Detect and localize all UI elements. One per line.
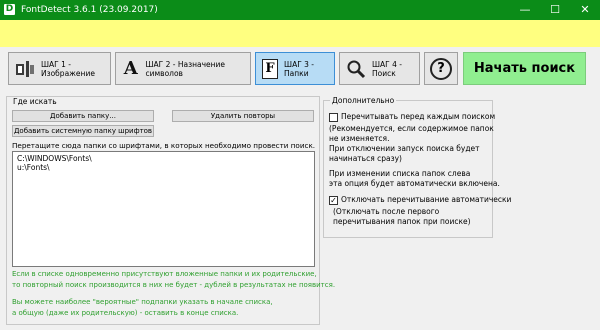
recount-note-line1: (Рекомендуется, если содержимое папок [329, 124, 494, 133]
help-icon: ? [430, 57, 452, 80]
step4-label: ШАГ 4 - Поиск [372, 59, 402, 78]
remove-duplicates-button[interactable]: Удалить повторы [172, 110, 314, 122]
folder-list[interactable]: C:\WINDOWS\Fonts\ u:\Fonts\ [12, 151, 315, 267]
font-file-icon: F [262, 58, 279, 79]
folder-list-item[interactable]: C:\WINDOWS\Fonts\ [17, 154, 310, 163]
main-content: Где искать Добавить папку... Удалить пов… [0, 92, 600, 330]
magnifier-icon [346, 59, 366, 79]
help-button[interactable]: ? [424, 52, 458, 85]
recount-note-line4: начинаться сразу) [329, 154, 402, 163]
letter-a-icon: A [123, 58, 138, 79]
app-icon: D [4, 4, 15, 15]
change-note-line1: При изменении списка папок слева [329, 169, 471, 178]
minimize-button[interactable]: — [510, 0, 540, 20]
add-system-folder-button[interactable]: Добавить системную папку шрифтов [12, 125, 154, 137]
hint2-line1: Вы можете наиболее "вероятные" подпапки … [12, 298, 273, 306]
order-hint: Вы можете наиболее "вероятные" подпапки … [12, 297, 273, 319]
recount-label[interactable]: Перечитывать перед каждым поиском [341, 112, 495, 122]
recount-note: (Рекомендуется, если содержимое папок не… [329, 124, 494, 164]
maximize-button[interactable]: ☐ [540, 0, 570, 20]
hint1-line1: Если в списке одновременно присутствуют … [12, 270, 317, 278]
additional-group-title: Дополнительно [330, 96, 397, 106]
recount-note-line2: не изменяется. [329, 134, 390, 143]
add-folder-button[interactable]: Добавить папку... [12, 110, 154, 122]
title-bar: D FontDetect 3.6.1 (23.09.2017) — ☐ ✕ [0, 0, 600, 20]
change-note: При изменении списка папок слева эта опц… [329, 169, 500, 189]
close-button[interactable]: ✕ [570, 0, 600, 20]
step4-search-button[interactable]: ШАГ 4 - Поиск [339, 52, 420, 85]
hint2-line2: а общую (даже их родительскую) - оставит… [12, 309, 239, 317]
auto-off-label[interactable]: Отключать перечитывание автоматически [341, 195, 511, 205]
change-note-line2: эта опция будет автоматически включена. [329, 179, 500, 188]
auto-off-checkbox[interactable]: ✓ [329, 196, 338, 205]
where-group-title: Где искать [13, 97, 57, 106]
auto-off-note-line2: перечитывания папок при поиске) [333, 217, 471, 226]
window-title: FontDetect 3.6.1 (23.09.2017) [21, 5, 158, 15]
folder-list-item[interactable]: u:\Fonts\ [17, 163, 310, 172]
step3-label: ШАГ 3 - Папки [284, 59, 315, 78]
auto-off-note-line1: (Отключать после первого [333, 207, 440, 216]
step1-image-button[interactable]: ШАГ 1 - Изображение [8, 52, 111, 85]
start-search-button[interactable]: Начать поиск [463, 52, 586, 85]
drag-instruction: Перетащите сюда папки со шрифтами, в кот… [12, 141, 316, 150]
image-tools-icon [15, 59, 35, 79]
nested-folders-hint: Если в списке одновременно присутствуют … [12, 269, 335, 291]
auto-off-note: (Отключать после первого перечитывания п… [333, 207, 471, 227]
hint1-line2: то повторный поиск производится в них не… [12, 281, 336, 289]
recount-note-line3: При отключении запуск поиска будет [329, 144, 480, 153]
recount-checkbox[interactable] [329, 113, 338, 122]
step2-label: ШАГ 2 - Назначение символов [145, 59, 226, 78]
info-banner [0, 20, 600, 47]
step-toolbar: ШАГ 1 - Изображение A ШАГ 2 - Назначение… [0, 47, 600, 92]
step2-symbols-button[interactable]: A ШАГ 2 - Назначение символов [115, 52, 251, 85]
step1-label: ШАГ 1 - Изображение [41, 59, 95, 78]
step3-folders-button[interactable]: F ШАГ 3 - Папки [255, 52, 335, 85]
